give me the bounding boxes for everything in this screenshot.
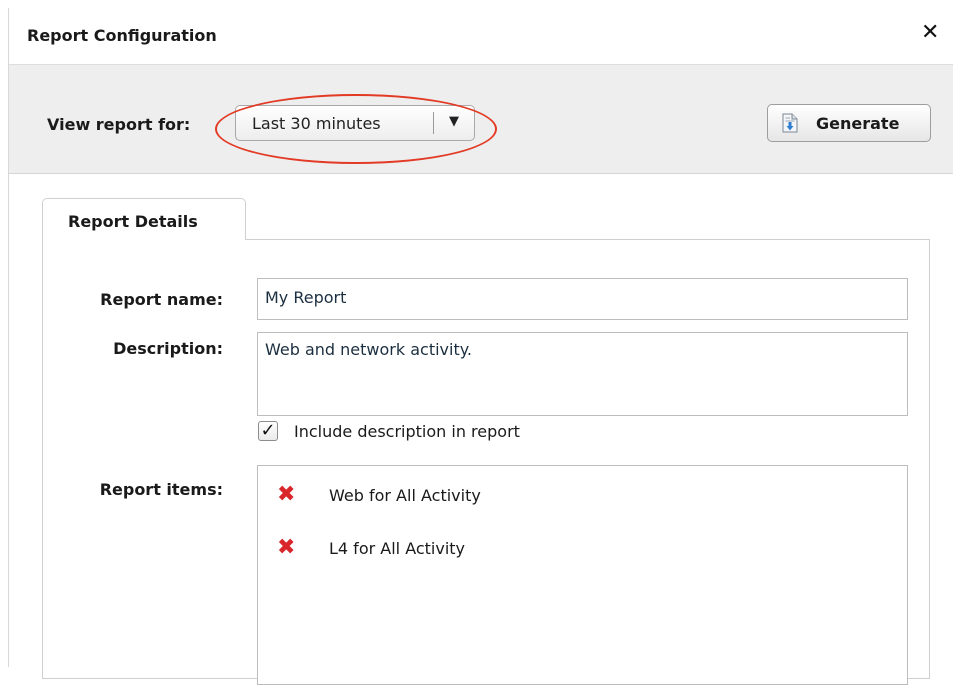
- include-description-label: Include description in report: [294, 422, 520, 441]
- report-items-list: ✖ Web for All Activity ✖ L4 for All Acti…: [257, 465, 908, 685]
- report-name-label: Report name:: [100, 290, 223, 309]
- list-item: ✖ L4 for All Activity: [258, 533, 898, 563]
- description-textarea[interactable]: Web and network activity.: [257, 332, 908, 416]
- tab-report-details[interactable]: Report Details: [42, 198, 246, 240]
- select-divider: [433, 112, 434, 134]
- view-report-for-label: View report for:: [47, 115, 191, 134]
- report-item-label: L4 for All Activity: [329, 539, 466, 558]
- time-range-select[interactable]: Last 30 minutes ▼: [235, 105, 475, 141]
- report-item-label: Web for All Activity: [329, 486, 481, 505]
- report-configuration-dialog: Report Configuration ✕ View report for: …: [8, 8, 953, 685]
- remove-icon[interactable]: ✖: [277, 484, 295, 506]
- report-toolbar: View report for: Last 30 minutes ▼ Gener…: [9, 64, 953, 174]
- description-value: Web and network activity.: [265, 340, 472, 359]
- report-items-label: Report items:: [99, 480, 223, 499]
- tab-label: Report Details: [68, 212, 198, 231]
- close-icon[interactable]: ✕: [921, 22, 939, 44]
- report-name-value: My Report: [265, 288, 347, 307]
- time-range-value: Last 30 minutes: [252, 114, 381, 133]
- report-details-panel: Report name: My Report Description: Web …: [42, 239, 930, 685]
- report-name-input[interactable]: My Report: [257, 278, 908, 320]
- list-item: ✖ Web for All Activity: [258, 480, 898, 510]
- dialog-title: Report Configuration: [27, 26, 217, 45]
- include-description-checkbox[interactable]: ✓: [258, 421, 278, 441]
- chevron-down-icon[interactable]: ▼: [439, 114, 469, 129]
- document-download-icon: [782, 113, 798, 133]
- generate-label: Generate: [816, 114, 900, 133]
- dialog-titlebar: Report Configuration ✕: [9, 8, 953, 64]
- description-label: Description:: [113, 339, 223, 358]
- remove-icon[interactable]: ✖: [277, 537, 295, 559]
- generate-button[interactable]: Generate: [767, 104, 931, 142]
